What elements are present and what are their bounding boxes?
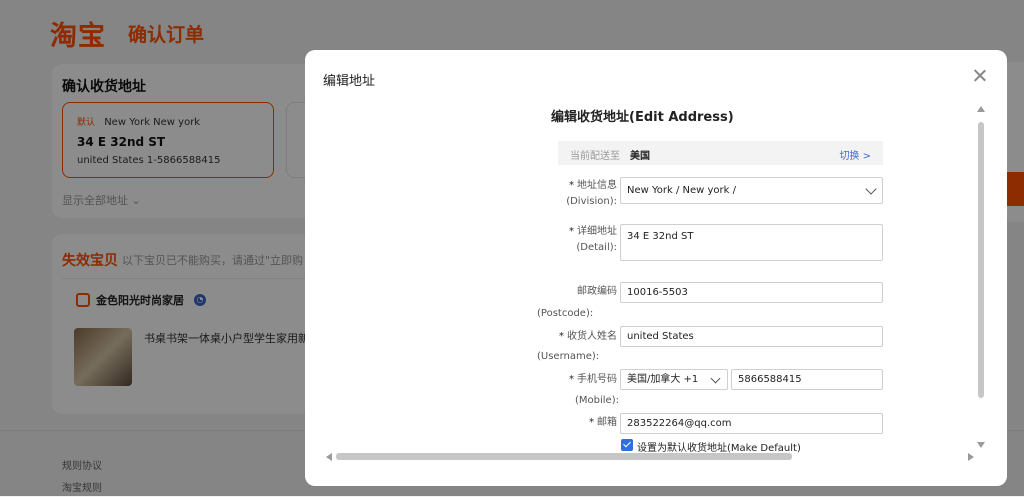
postcode-input[interactable]: 10016-5503	[620, 282, 883, 303]
postcode-label: 邮政编码	[577, 286, 617, 297]
detail-label: * 详细地址 (Detail):	[569, 226, 617, 253]
username-label: * 收货人姓名	[559, 331, 617, 342]
postcode-sublabel: (Postcode):	[537, 308, 594, 319]
ship-to-label: 当前配送至	[570, 151, 620, 162]
division-select[interactable]: New York / New york /	[620, 177, 883, 204]
scroll-left-arrow-icon[interactable]	[326, 453, 332, 461]
make-default-label[interactable]: 设置为默认收货地址(Make Default)	[637, 439, 801, 454]
ship-to-value: 美国	[630, 151, 650, 162]
username-input[interactable]: united States	[620, 326, 883, 347]
ship-to-bar: 当前配送至 美国 切换 >	[558, 141, 883, 165]
username-sublabel: (Username):	[537, 351, 600, 362]
horizontal-scrollbar[interactable]	[336, 453, 792, 460]
email-label: * 邮箱	[589, 417, 617, 428]
form-title: 编辑收货地址(Edit Address)	[551, 110, 734, 125]
scroll-down-arrow-icon[interactable]	[977, 442, 985, 448]
close-icon[interactable]	[971, 68, 989, 86]
scroll-up-arrow-icon[interactable]	[977, 106, 985, 112]
scroll-right-arrow-icon[interactable]	[968, 453, 974, 461]
make-default-checkbox[interactable]	[621, 439, 633, 451]
modal-title: 编辑地址	[323, 74, 376, 89]
detail-textarea[interactable]: 34 E 32nd ST	[620, 224, 883, 261]
division-label: * 地址信息 (Division):	[566, 180, 617, 207]
edit-address-modal: 编辑地址 编辑收货地址(Edit Address) 当前配送至 美国 切换 > …	[305, 50, 1007, 486]
switch-country-link[interactable]: 切换 >	[839, 147, 871, 162]
email-input[interactable]: 283522264@qq.com	[620, 413, 883, 434]
mobile-input[interactable]: 5866588415	[731, 369, 883, 390]
mobile-label: * 手机号码	[569, 374, 617, 385]
mobile-sublabel: (Mobile):	[575, 395, 619, 406]
vertical-scrollbar[interactable]	[978, 122, 984, 398]
